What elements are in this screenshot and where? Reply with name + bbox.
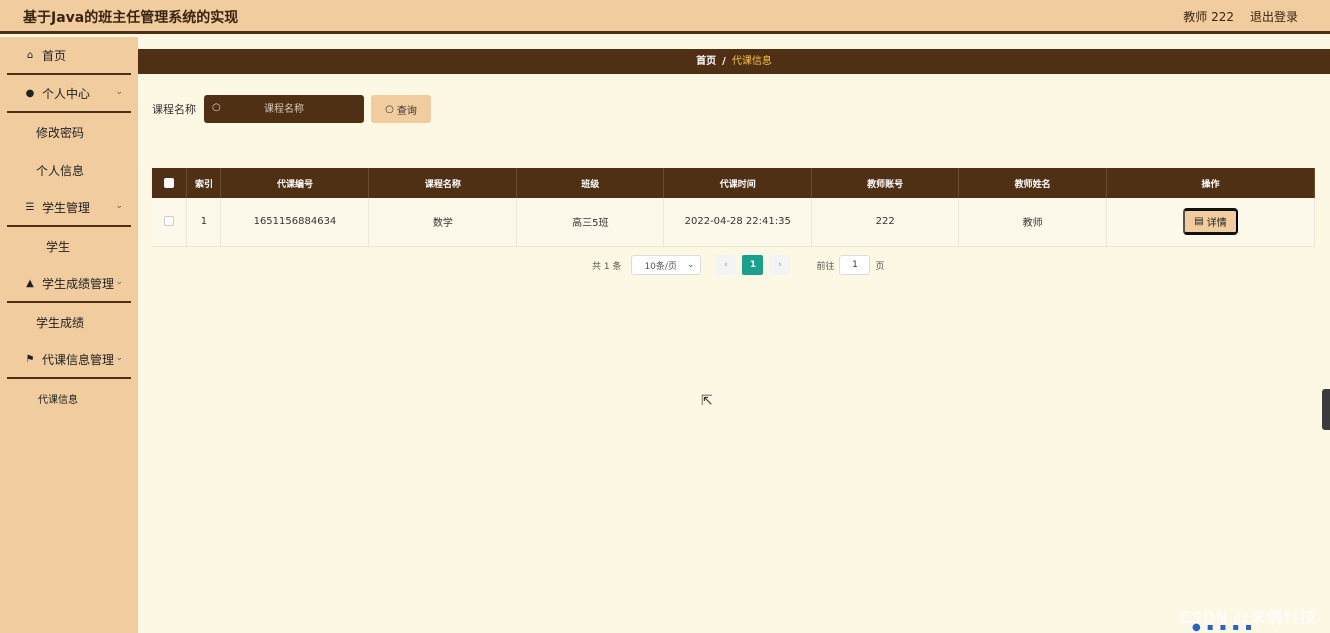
total-count: 共 1 条 — [592, 261, 622, 272]
thumbs-up-icon: ▲ — [26, 277, 34, 289]
chevron-down-icon: ⌄ — [115, 201, 123, 211]
sidebar: ⌂ 首页 ● 个人中心 ⌄ 修改密码 个人信息 ☰ 学生管理 ⌄ 学生 ▲ 学生… — [0, 37, 138, 633]
select-all-cell — [152, 168, 188, 198]
query-button[interactable]: ○ 查询 — [371, 95, 431, 123]
column-header: 教师账号 — [811, 168, 960, 198]
sidebar-item-personal-center[interactable]: ● 个人中心 ⌄ — [7, 75, 131, 113]
column-header: 代课时间 — [663, 168, 813, 198]
sidebar-item-change-password[interactable]: 修改密码 — [0, 113, 138, 151]
breadcrumb-home[interactable]: 首页 — [696, 56, 716, 67]
sidebar-item-student[interactable]: 学生 — [0, 227, 138, 265]
column-header: 课程名称 — [368, 168, 518, 198]
user-icon: ● — [25, 87, 35, 99]
top-header: 基于Java的班主任管理系统的实现 教师 222 退出登录 — [0, 0, 1330, 34]
detail-button-label: 详情 — [1206, 218, 1227, 230]
column-header: 操作 — [1106, 168, 1315, 198]
scroll-handle[interactable] — [1322, 389, 1330, 430]
cell-course: 数学 — [368, 198, 518, 247]
mouse-cursor-icon: ⇱ — [701, 393, 713, 409]
sidebar-item-label: 学生成绩管理 — [42, 276, 115, 291]
sliders-icon: ☰ — [25, 201, 35, 213]
next-page-button[interactable]: › — [769, 255, 791, 275]
row-select-cell — [152, 198, 188, 247]
sidebar-item-home[interactable]: ⌂ 首页 — [7, 37, 131, 75]
cell-name: 教师 — [958, 198, 1108, 247]
breadcrumb-separator: / — [722, 56, 726, 67]
goto-page: 前往 1 页 — [816, 255, 884, 275]
query-button-label: 查询 — [396, 105, 417, 117]
ime-icon[interactable]: ● — [1192, 622, 1201, 633]
cell-account: 222 — [811, 198, 960, 247]
search-label: 课程名称 — [152, 103, 196, 116]
column-header: 班级 — [516, 168, 665, 198]
tray-icon[interactable]: ▪ — [1245, 622, 1252, 633]
sidebar-item-label: 代课信息管理 — [42, 352, 115, 367]
sidebar-item-score-mgmt[interactable]: ▲ 学生成绩管理 ⌄ — [7, 265, 131, 303]
chevron-down-icon: ⌄ — [115, 353, 123, 363]
cell-code: 1651156884634 — [220, 198, 370, 247]
course-name-input[interactable] — [204, 95, 364, 123]
search-bar: 课程名称 ○ ○ 查询 — [152, 95, 431, 123]
column-header: 代课编号 — [220, 168, 370, 198]
page-size-select[interactable]: 10条/页 ⌄ — [631, 255, 702, 275]
goto-page-input[interactable]: 1 — [839, 255, 871, 275]
detail-button[interactable]: ▤ 详情 — [1183, 208, 1239, 236]
cell-time: 2022-04-28 22:41:35 — [663, 198, 813, 247]
tray-icon[interactable]: ▪ — [1232, 622, 1239, 633]
tray-icon[interactable]: ▪ — [1220, 622, 1227, 633]
select-all-checkbox[interactable] — [164, 177, 175, 188]
page-unit-label: 页 — [875, 261, 885, 272]
page-number-current[interactable]: 1 — [742, 255, 764, 275]
flag-icon: ⚑ — [25, 353, 35, 365]
column-header: 教师姓名 — [958, 168, 1108, 198]
table-row: 1 1651156884634 数学 高三5班 2022-04-28 22:41… — [152, 198, 1315, 247]
search-icon: ○ — [385, 103, 394, 115]
cell-index: 1 — [186, 198, 222, 247]
sidebar-item-personal-info[interactable]: 个人信息 — [0, 151, 138, 189]
row-checkbox[interactable] — [164, 216, 175, 227]
cell-action: ▤ 详情 — [1106, 198, 1315, 247]
page-size-value: 10条/页 — [644, 261, 677, 272]
goto-label: 前往 — [816, 261, 835, 272]
sidebar-item-substitute-mgmt[interactable]: ⚑ 代课信息管理 ⌄ — [7, 341, 131, 379]
home-icon: ⌂ — [26, 49, 34, 61]
current-user-label: 教师 222 — [1183, 10, 1234, 24]
table-header-row: 索引 代课编号 课程名称 班级 代课时间 教师账号 教师姓名 操作 — [152, 168, 1315, 198]
sidebar-item-student-score[interactable]: 学生成绩 — [0, 303, 138, 341]
document-icon: ▤ — [1194, 216, 1204, 228]
logout-link[interactable]: 退出登录 — [1250, 8, 1298, 25]
breadcrumb: 首页 / 代课信息 — [138, 49, 1330, 74]
search-input-wrapper: ○ — [204, 95, 364, 123]
chevron-down-icon: ⌄ — [115, 277, 123, 287]
sidebar-item-label: 学生管理 — [42, 200, 91, 215]
sidebar-item-substitute-info[interactable]: 代课信息 — [0, 379, 138, 417]
sidebar-item-label: 个人中心 — [42, 86, 91, 101]
search-icon: ○ — [212, 102, 221, 113]
sidebar-item-student-mgmt[interactable]: ☰ 学生管理 ⌄ — [7, 189, 131, 227]
breadcrumb-current: 代课信息 — [731, 56, 772, 67]
app-title: 基于Java的班主任管理系统的实现 — [23, 10, 239, 26]
prev-page-button[interactable]: ‹ — [715, 255, 737, 275]
chevron-down-icon: ⌄ — [686, 260, 695, 270]
system-tray: ● ▪ ▪ ▪ ▪ — [1192, 622, 1330, 633]
cell-class: 高三5班 — [516, 198, 665, 247]
column-header: 索引 — [186, 168, 222, 198]
chevron-down-icon: ⌄ — [115, 87, 123, 97]
data-table: 索引 代课编号 课程名称 班级 代课时间 教师账号 教师姓名 操作 1 1651… — [152, 168, 1315, 247]
pagination: 共 1 条 10条/页 ⌄ ‹ 1 › 前往 1 页 — [592, 255, 884, 275]
sidebar-item-label: 首页 — [42, 48, 67, 63]
ime-mode-icon[interactable]: ▪ — [1207, 622, 1214, 633]
